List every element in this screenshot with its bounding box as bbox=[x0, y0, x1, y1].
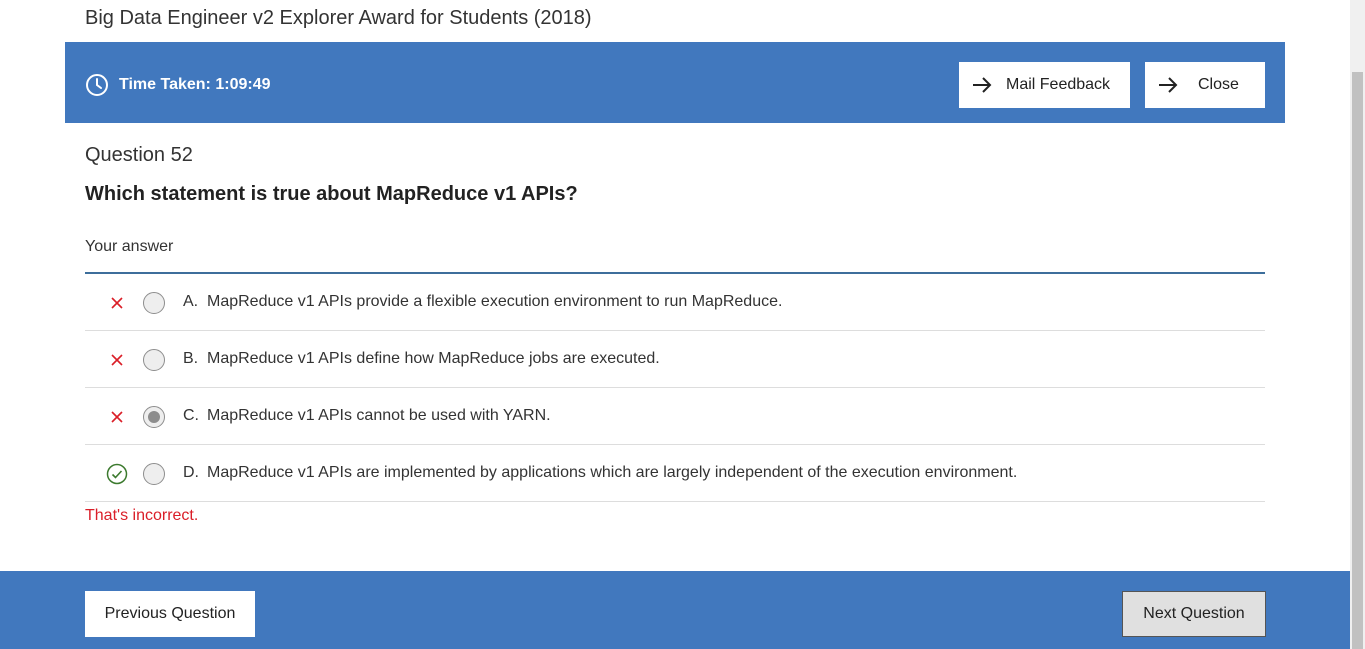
option-letter: C. bbox=[183, 407, 199, 424]
option-label: MapReduce v1 APIs are implemented by app… bbox=[207, 464, 1018, 481]
mail-feedback-label: Mail Feedback bbox=[1006, 76, 1111, 93]
option-b-text: B. MapReduce v1 APIs define how MapReduce… bbox=[183, 350, 660, 368]
option-d-text: D. MapReduce v1 APIs are implemented by a… bbox=[183, 464, 1017, 482]
x-icon bbox=[106, 406, 128, 428]
option-label: MapReduce v1 APIs provide a flexible exe… bbox=[207, 293, 783, 310]
vertical-scrollbar[interactable] bbox=[1350, 0, 1365, 649]
clock-icon bbox=[85, 73, 109, 97]
close-label: Close bbox=[1198, 76, 1239, 93]
x-icon bbox=[106, 292, 128, 314]
bottom-bar: Previous Question Next Question bbox=[0, 571, 1350, 649]
time-taken-label: Time Taken: bbox=[119, 76, 211, 93]
exam-review-page: Big Data Engineer v2 Explorer Award for … bbox=[0, 0, 1365, 649]
option-letter: A. bbox=[183, 293, 199, 310]
question-text: Which statement is true about MapReduce … bbox=[85, 183, 578, 205]
timer: Time Taken: 1:09:49 bbox=[85, 73, 271, 97]
time-taken: Time Taken: 1:09:49 bbox=[119, 76, 271, 94]
question-number: Question 52 bbox=[85, 144, 193, 166]
option-a-text: A. MapReduce v1 APIs provide a flexible e… bbox=[183, 293, 782, 311]
option-b-radio[interactable] bbox=[143, 349, 165, 371]
option-d[interactable]: D. MapReduce v1 APIs are implemented by a… bbox=[85, 445, 1265, 502]
next-question-button[interactable]: Next Question bbox=[1122, 591, 1266, 637]
option-label: MapReduce v1 APIs cannot be used with YA… bbox=[207, 407, 551, 424]
arrow-right-icon bbox=[1157, 74, 1179, 96]
exam-title: Big Data Engineer v2 Explorer Award for … bbox=[85, 7, 592, 29]
option-c-radio[interactable] bbox=[143, 406, 165, 428]
close-button[interactable]: Close bbox=[1145, 62, 1265, 108]
option-label: MapReduce v1 APIs define how MapReduce j… bbox=[207, 350, 660, 367]
top-bar: Time Taken: 1:09:49 Mail Feedback Close bbox=[65, 42, 1285, 123]
check-circle-icon bbox=[106, 463, 128, 485]
scrollbar-thumb[interactable] bbox=[1352, 72, 1363, 649]
option-c[interactable]: C. MapReduce v1 APIs cannot be used with … bbox=[85, 388, 1265, 445]
option-letter: B. bbox=[183, 350, 199, 367]
option-b[interactable]: B. MapReduce v1 APIs define how MapReduce… bbox=[85, 331, 1265, 388]
option-c-text: C. MapReduce v1 APIs cannot be used with … bbox=[183, 407, 551, 425]
option-d-radio[interactable] bbox=[143, 463, 165, 485]
time-taken-value: 1:09:49 bbox=[215, 76, 271, 93]
arrow-right-icon bbox=[971, 74, 993, 96]
option-a-radio[interactable] bbox=[143, 292, 165, 314]
x-icon bbox=[106, 349, 128, 371]
feedback-message: That's incorrect. bbox=[85, 507, 199, 524]
option-a[interactable]: A. MapReduce v1 APIs provide a flexible e… bbox=[85, 274, 1265, 331]
answer-options: A. MapReduce v1 APIs provide a flexible e… bbox=[85, 274, 1265, 502]
your-answer-label: Your answer bbox=[85, 238, 174, 255]
previous-question-button[interactable]: Previous Question bbox=[85, 591, 255, 637]
option-letter: D. bbox=[183, 464, 199, 481]
mail-feedback-button[interactable]: Mail Feedback bbox=[959, 62, 1130, 108]
